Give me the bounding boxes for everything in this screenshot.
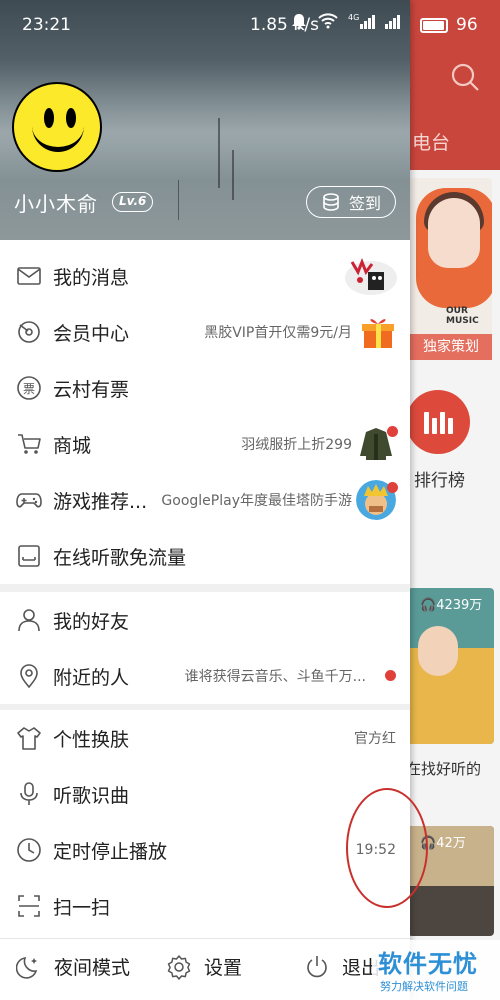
night-mode-button[interactable]: 夜间模式 bbox=[16, 953, 130, 980]
headphones-icon: 🎧 bbox=[420, 598, 437, 613]
search-icon[interactable] bbox=[450, 62, 480, 92]
menu-label: 会员中心 bbox=[53, 322, 130, 345]
playlist-play-count: 🎧4239万 bbox=[420, 598, 483, 613]
menu-label: 我的好友 bbox=[53, 610, 130, 633]
menu-item-vip[interactable]: 会员中心 黑胶VIP首开仅需9元/月 bbox=[0, 304, 410, 360]
menu-label: 个性换肤 bbox=[53, 728, 130, 751]
banner-tag-line1: OUR bbox=[446, 306, 468, 316]
status-icons: 4G bbox=[290, 12, 401, 30]
menu-item-song-recognition[interactable]: 听歌识曲 bbox=[0, 766, 410, 822]
sim-card-icon bbox=[18, 545, 40, 567]
signal-icon bbox=[385, 13, 401, 29]
gear-icon bbox=[167, 954, 191, 980]
menu-item-friends[interactable]: 我的好友 bbox=[0, 592, 410, 648]
notification-dot bbox=[387, 426, 398, 437]
menu-hint: GooglePlay年度最佳塔防手游 bbox=[161, 493, 352, 509]
power-icon bbox=[307, 955, 327, 977]
ranking-label[interactable]: 排行榜 bbox=[414, 466, 465, 491]
notification-dot bbox=[387, 482, 398, 493]
menu-hint: 官方红 bbox=[354, 731, 396, 747]
vinyl-icon bbox=[18, 321, 40, 343]
menu-label: 附近的人 bbox=[53, 666, 130, 689]
menu-item-mall[interactable]: 商城 羽绒服折上折299 bbox=[0, 416, 410, 472]
wifi-icon bbox=[318, 13, 338, 29]
alarm-icon bbox=[292, 14, 306, 30]
avatar[interactable] bbox=[12, 82, 102, 172]
watermark: 软件无忧 努力解决软件问题 bbox=[372, 940, 500, 1000]
drawer-bottom-bar: 夜间模式 设置 退出 bbox=[0, 938, 410, 1000]
menu-hint: 谁将获得云音乐、斗鱼千万... bbox=[184, 669, 366, 685]
menu-item-games[interactable]: 游戏推荐... GooglePlay年度最佳塔防手游 bbox=[0, 472, 410, 528]
cart-icon bbox=[18, 434, 41, 454]
background-tab-radio[interactable]: 电台 bbox=[412, 128, 450, 155]
svg-text:票: 票 bbox=[23, 382, 35, 396]
microphone-icon bbox=[20, 782, 38, 805]
menu-label: 扫一扫 bbox=[53, 896, 111, 919]
level-badge: Lv.6 bbox=[112, 192, 154, 212]
status-bar: 23:21 1.85 K/s 4G 96 bbox=[0, 0, 500, 50]
person-icon bbox=[18, 609, 40, 632]
location-pin-icon bbox=[20, 664, 38, 689]
night-mode-label: 夜间模式 bbox=[54, 957, 131, 979]
menu-item-nearby[interactable]: 附近的人 谁将获得云音乐、斗鱼千万... bbox=[0, 648, 410, 704]
menu-section-social: 我的好友 附近的人 谁将获得云音乐、斗鱼千万... bbox=[0, 592, 410, 704]
menu-hint: 黑胶VIP首开仅需9元/月 bbox=[204, 325, 352, 341]
status-time: 23:21 bbox=[22, 15, 71, 35]
gift-icon bbox=[362, 319, 394, 348]
notification-dot bbox=[385, 670, 396, 681]
playlist-title[interactable]: 在找好听的 bbox=[406, 758, 481, 779]
background-banner[interactable] bbox=[408, 178, 492, 358]
section-divider bbox=[0, 584, 410, 592]
menu-label: 商城 bbox=[53, 434, 92, 457]
exit-button[interactable]: 退出 bbox=[304, 953, 380, 980]
menu-label: 在线听歌免流量 bbox=[53, 546, 187, 569]
menu-item-messages[interactable]: 我的消息 bbox=[0, 248, 410, 304]
watermark-sub: 努力解决软件问题 bbox=[380, 980, 468, 993]
banner-tag: OUR MUSIC bbox=[446, 306, 479, 326]
menu-label: 听歌识曲 bbox=[53, 784, 130, 807]
battery-percentage: 96 bbox=[456, 15, 478, 35]
coins-icon bbox=[323, 193, 339, 211]
signal-label: 4G bbox=[348, 13, 360, 22]
checkin-button[interactable]: 签到 bbox=[306, 186, 396, 218]
highlight-circle bbox=[346, 788, 428, 908]
moon-icon bbox=[16, 956, 38, 979]
settings-label: 设置 bbox=[204, 957, 243, 979]
signal-icon: 4G bbox=[348, 13, 376, 29]
banner-label: 独家策划 bbox=[410, 334, 492, 360]
menu-item-free-traffic[interactable]: 在线听歌免流量 bbox=[0, 528, 410, 584]
menu-label: 我的消息 bbox=[53, 266, 130, 289]
battery-icon bbox=[420, 18, 448, 33]
ticket-icon: 票 bbox=[17, 376, 41, 400]
settings-button[interactable]: 设置 bbox=[166, 953, 242, 980]
checkin-label: 签到 bbox=[348, 194, 381, 213]
menu-section-main: 我的消息 会员中心 黑胶VIP首开仅需9元/月 票 云村有票 商城 羽绒服折上折… bbox=[0, 248, 410, 584]
tshirt-icon bbox=[17, 727, 41, 750]
menu-label: 游戏推荐... bbox=[53, 490, 148, 513]
menu-item-scan[interactable]: 扫一扫 bbox=[0, 878, 410, 934]
banner-tag-line2: MUSIC bbox=[446, 316, 479, 326]
menu-label: 定时停止播放 bbox=[53, 840, 168, 863]
username[interactable]: 小小木俞 bbox=[14, 188, 98, 217]
mail-icon bbox=[17, 267, 41, 285]
watermark-main: 软件无忧 bbox=[378, 950, 478, 978]
gamepad-icon bbox=[16, 493, 42, 508]
menu-item-tickets[interactable]: 票 云村有票 bbox=[0, 360, 410, 416]
menu-section-tools: 个性换肤 官方红 听歌识曲 定时停止播放 19:52 扫一扫 bbox=[0, 710, 410, 934]
scan-icon bbox=[18, 895, 40, 917]
ranking-icon[interactable] bbox=[406, 390, 470, 454]
clock-icon bbox=[17, 838, 41, 862]
messages-mascot-icon bbox=[344, 256, 398, 296]
menu-item-skin[interactable]: 个性换肤 官方红 bbox=[0, 710, 410, 766]
menu-label: 云村有票 bbox=[53, 378, 130, 401]
menu-hint: 羽绒服折上折299 bbox=[241, 437, 352, 453]
